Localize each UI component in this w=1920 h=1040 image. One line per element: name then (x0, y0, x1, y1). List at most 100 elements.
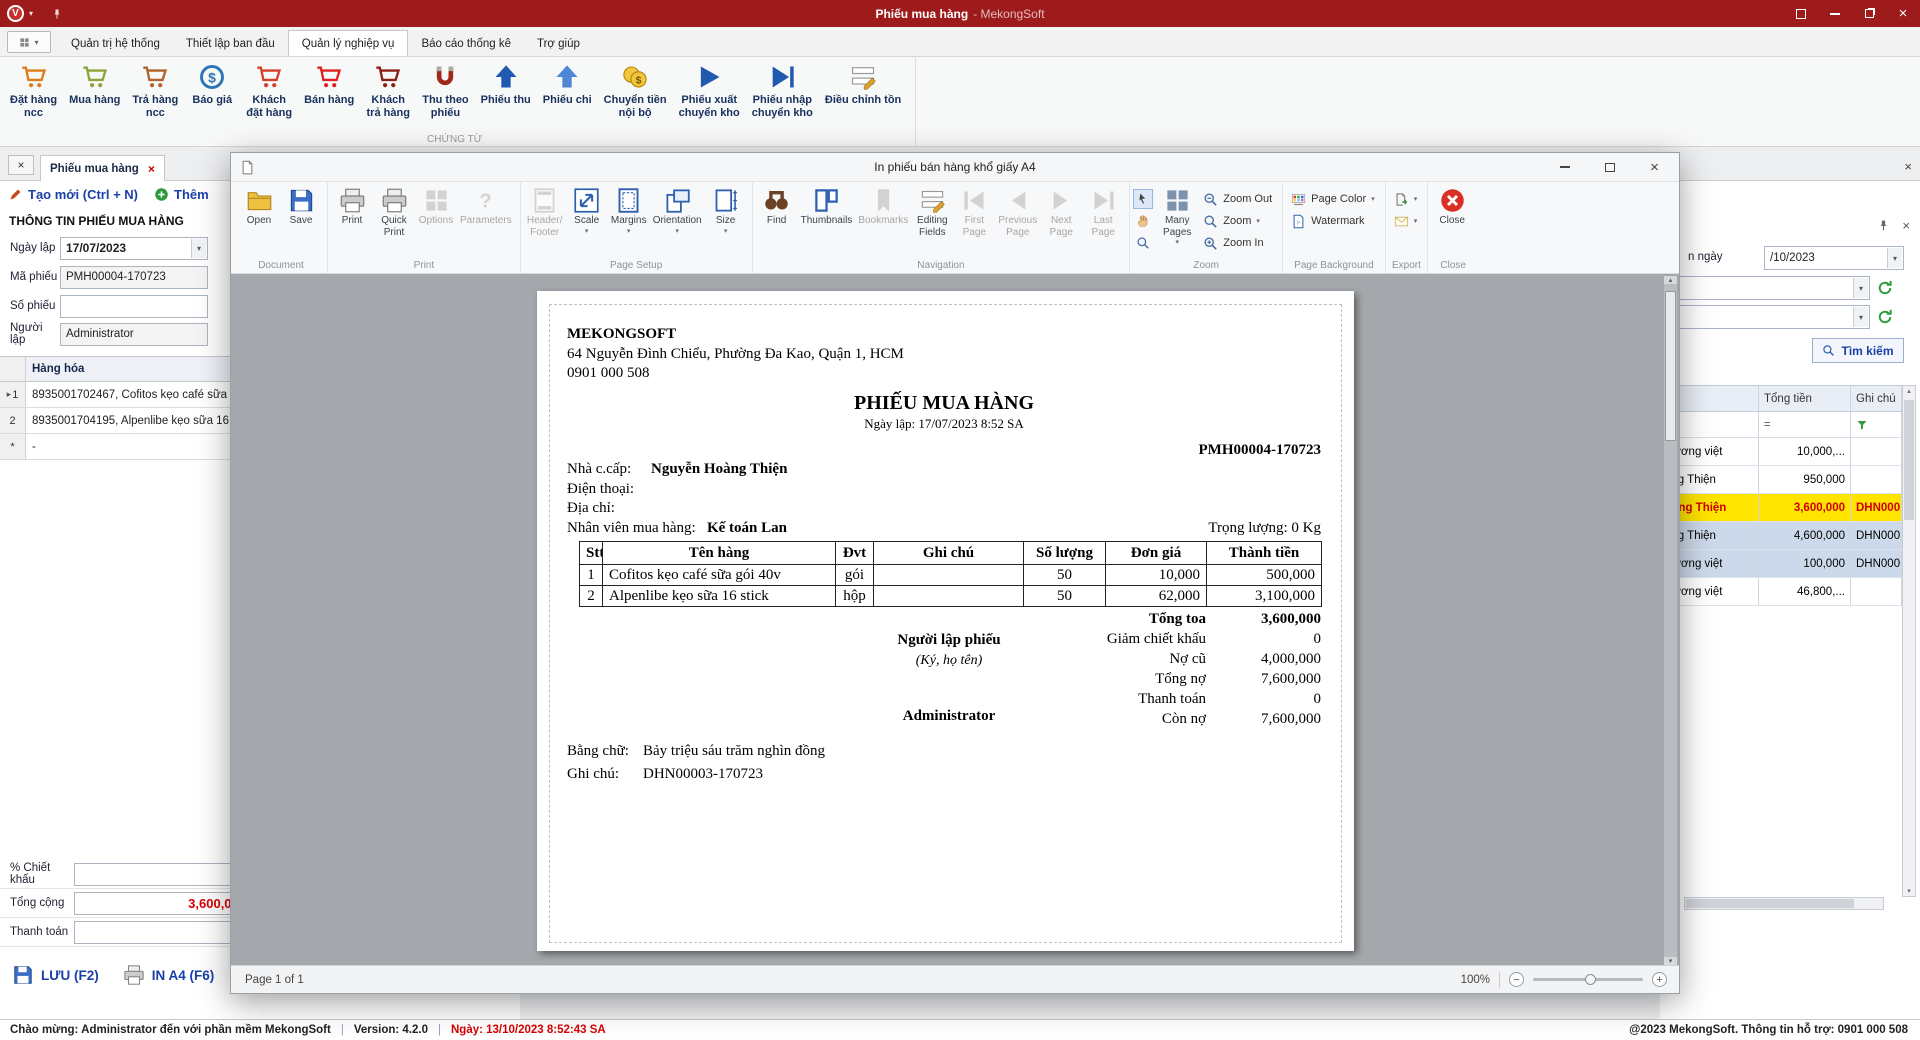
ribbon-button-phieu-nhap-chuyen-kho[interactable]: Phiếu nhập chuyển kho (746, 59, 819, 120)
thanh-toan-input[interactable] (74, 921, 252, 944)
so-phieu-input[interactable] (60, 295, 208, 318)
editing-fields-button[interactable]: Editing Fields (911, 184, 953, 238)
close-preview-button[interactable]: Close (1431, 184, 1473, 227)
filter-combo-2[interactable]: ▾ (1670, 305, 1870, 329)
column-header[interactable]: Tổng tiền (1759, 386, 1851, 411)
watermark-button[interactable]: Watermark (1286, 211, 1380, 231)
preview-area[interactable]: MEKONGSOFT 64 Nguyễn Đình Chiểu, Phường … (231, 274, 1679, 967)
print-button[interactable]: Print (331, 184, 373, 227)
ribbon-button-ban-hang[interactable]: Bán hàng (298, 59, 360, 107)
filter-combo-1[interactable]: ▾ (1670, 276, 1870, 300)
save-button[interactable]: LƯU (F2) (4, 960, 107, 990)
find-button[interactable]: Find (756, 184, 798, 227)
maximize-button[interactable] (1587, 153, 1632, 181)
ribbon-button-dat-hang-ncc[interactable]: Đặt hàng ncc (4, 59, 63, 120)
app-menu-button[interactable]: ▾ (7, 31, 51, 53)
quick-print-button[interactable]: Quick Print (373, 184, 415, 238)
scale-button[interactable]: Scale ▾ (566, 184, 608, 235)
ribbon-button-chuyen-tien-noi-bo[interactable]: Chuyển tiền nội bộ (598, 59, 673, 120)
pin-icon[interactable] (1877, 219, 1890, 232)
zoom-in-button[interactable]: + (1652, 972, 1667, 987)
page-color-button[interactable]: Page Color ▾ (1286, 189, 1380, 209)
close-all-tabs-button[interactable]: × (8, 155, 34, 175)
refresh-icon[interactable] (1876, 279, 1894, 297)
maximize-button[interactable] (1862, 7, 1876, 21)
thumbnails-button[interactable]: Thumbnails (798, 184, 856, 227)
menu-tab-bao-cao-thong-ke[interactable]: Báo cáo thống kê (408, 32, 524, 56)
orientation-button[interactable]: Orientation ▾ (650, 184, 705, 235)
ribbon-button-dieu-chinh-ton[interactable]: Điều chỉnh tồn (819, 59, 907, 107)
ribbon-button-phieu-xuat-chuyen-kho[interactable]: Phiếu xuất chuyển kho (673, 59, 746, 120)
zoom-out-button[interactable]: Zoom Out (1198, 189, 1277, 209)
ribbon-button-thu-theo-phieu[interactable]: Thu theo phiếu (416, 59, 474, 120)
margins-button[interactable]: Margins ▾ (608, 184, 650, 235)
close-panel-icon[interactable]: × (1902, 219, 1910, 232)
zoom-slider[interactable] (1533, 978, 1643, 981)
table-row[interactable]: àng Thiện 950,000 (1660, 466, 1902, 494)
ribbon-button-khach-dat-hang[interactable]: Khách đặt hàng (240, 59, 298, 120)
pointer-icon (1136, 192, 1150, 206)
create-new-link[interactable]: Tạo mới (Ctrl + N) (8, 187, 138, 202)
menu-tab-thiet-lap-ban-dau[interactable]: Thiết lập ban đầu (173, 32, 288, 56)
refresh-icon[interactable] (1876, 308, 1894, 326)
close-tab-icon[interactable]: × (148, 162, 155, 176)
zoom-in-button[interactable]: Zoom In (1198, 233, 1277, 253)
ribbon-button-khach-tra-hang[interactable]: Khách trả hàng (360, 59, 416, 120)
close-button[interactable]: × (1896, 7, 1910, 21)
vertical-scrollbar[interactable]: ▴ ▾ (1902, 385, 1916, 897)
scrollbar-thumb[interactable] (1904, 400, 1914, 520)
magnifier-tool-button[interactable] (1133, 233, 1153, 253)
fullscreen-button[interactable] (1794, 7, 1808, 21)
hand-tool-button[interactable] (1133, 211, 1153, 231)
chevron-down-icon[interactable]: ▾ (191, 239, 206, 258)
open-button[interactable]: Open (238, 184, 280, 227)
ngay-lap-date-input[interactable]: 17/07/2023 ▾ (60, 237, 208, 260)
table-row[interactable]: Hương việt 100,000 DHN000... (1660, 550, 1902, 578)
scrollbar-thumb[interactable] (1665, 291, 1676, 441)
scrollbar-thumb[interactable] (1686, 899, 1854, 908)
ma-phieu-input[interactable]: PMH00004-170723 (60, 266, 208, 289)
chiet-khau-input[interactable] (74, 863, 252, 886)
column-header[interactable]: Ghi chú (1851, 386, 1902, 411)
ribbon-button-phieu-thu[interactable]: Phiếu thu (475, 59, 537, 107)
table-row[interactable]: Hương việt 46,800,... (1660, 578, 1902, 606)
ribbon-button-bao-gia[interactable]: Báo giá (184, 59, 240, 107)
menu-tab-tro-giup[interactable]: Trợ giúp (524, 32, 593, 56)
save-button[interactable]: Save (280, 184, 322, 227)
filter-funnel-icon[interactable] (1856, 419, 1868, 431)
ribbon-button-tra-hang-ncc[interactable]: Trả hàng ncc (126, 59, 184, 120)
add-link[interactable]: Thêm (154, 187, 209, 202)
zoom-slider-thumb[interactable] (1585, 974, 1596, 985)
zoom-dropdown-button[interactable]: Zoom ▾ (1198, 211, 1277, 231)
nguoi-lap-input[interactable]: Administrator (60, 323, 208, 346)
binoculars-icon (763, 187, 790, 214)
phone-row: Điện thoại: (567, 480, 1321, 500)
table-row[interactable]: àng Thiện 4,600,000 DHN000... (1660, 522, 1902, 550)
search-button[interactable]: Tìm kiếm (1812, 338, 1904, 363)
chevron-down-icon[interactable]: ▾ (29, 9, 33, 18)
menu-tab-quan-tri-he-thong[interactable]: Quản trị hệ thống (58, 32, 173, 56)
tab-phieu-mua-hang[interactable]: Phiếu mua hàng × (40, 155, 165, 181)
many-pages-button[interactable]: Many Pages ▾ (1156, 184, 1198, 246)
zoom-out-button[interactable]: − (1509, 972, 1524, 987)
date-filter-combo[interactable]: /10/2023 ▾ (1764, 246, 1904, 270)
minimize-button[interactable] (1542, 153, 1587, 181)
ribbon-button-phieu-chi[interactable]: Phiếu chi (537, 59, 598, 107)
size-button[interactable]: Size ▾ (705, 184, 747, 235)
send-email-button[interactable]: ▾ (1389, 211, 1423, 231)
dialog-titlebar[interactable]: In phiếu bán hàng khổ giấy A4 × (231, 153, 1679, 182)
pointer-tool-button[interactable] (1133, 189, 1153, 209)
horizontal-scrollbar[interactable] (1684, 897, 1884, 910)
export-document-button[interactable]: ▾ (1389, 189, 1423, 209)
close-button[interactable]: × (1632, 153, 1677, 181)
print-a4-button[interactable]: IN A4 (F6) (115, 960, 223, 990)
pin-icon[interactable] (51, 8, 63, 20)
minimize-button[interactable] (1828, 7, 1842, 21)
ribbon-button-mua-hang[interactable]: Mua hàng (63, 59, 126, 107)
tabstrip-close-icon[interactable]: × (1904, 159, 1912, 174)
table-row[interactable]: Hương việt 10,000,... (1660, 438, 1902, 466)
table-row-selected[interactable]: oàng Thiện 3,600,000 DHN000... (1660, 494, 1902, 522)
menu-tab-quan-ly-nghiep-vu[interactable]: Quản lý nghiệp vụ (288, 30, 409, 56)
filter-row[interactable]: = (1660, 412, 1902, 438)
preview-vertical-scrollbar[interactable]: ▴ ▾ (1664, 276, 1677, 965)
